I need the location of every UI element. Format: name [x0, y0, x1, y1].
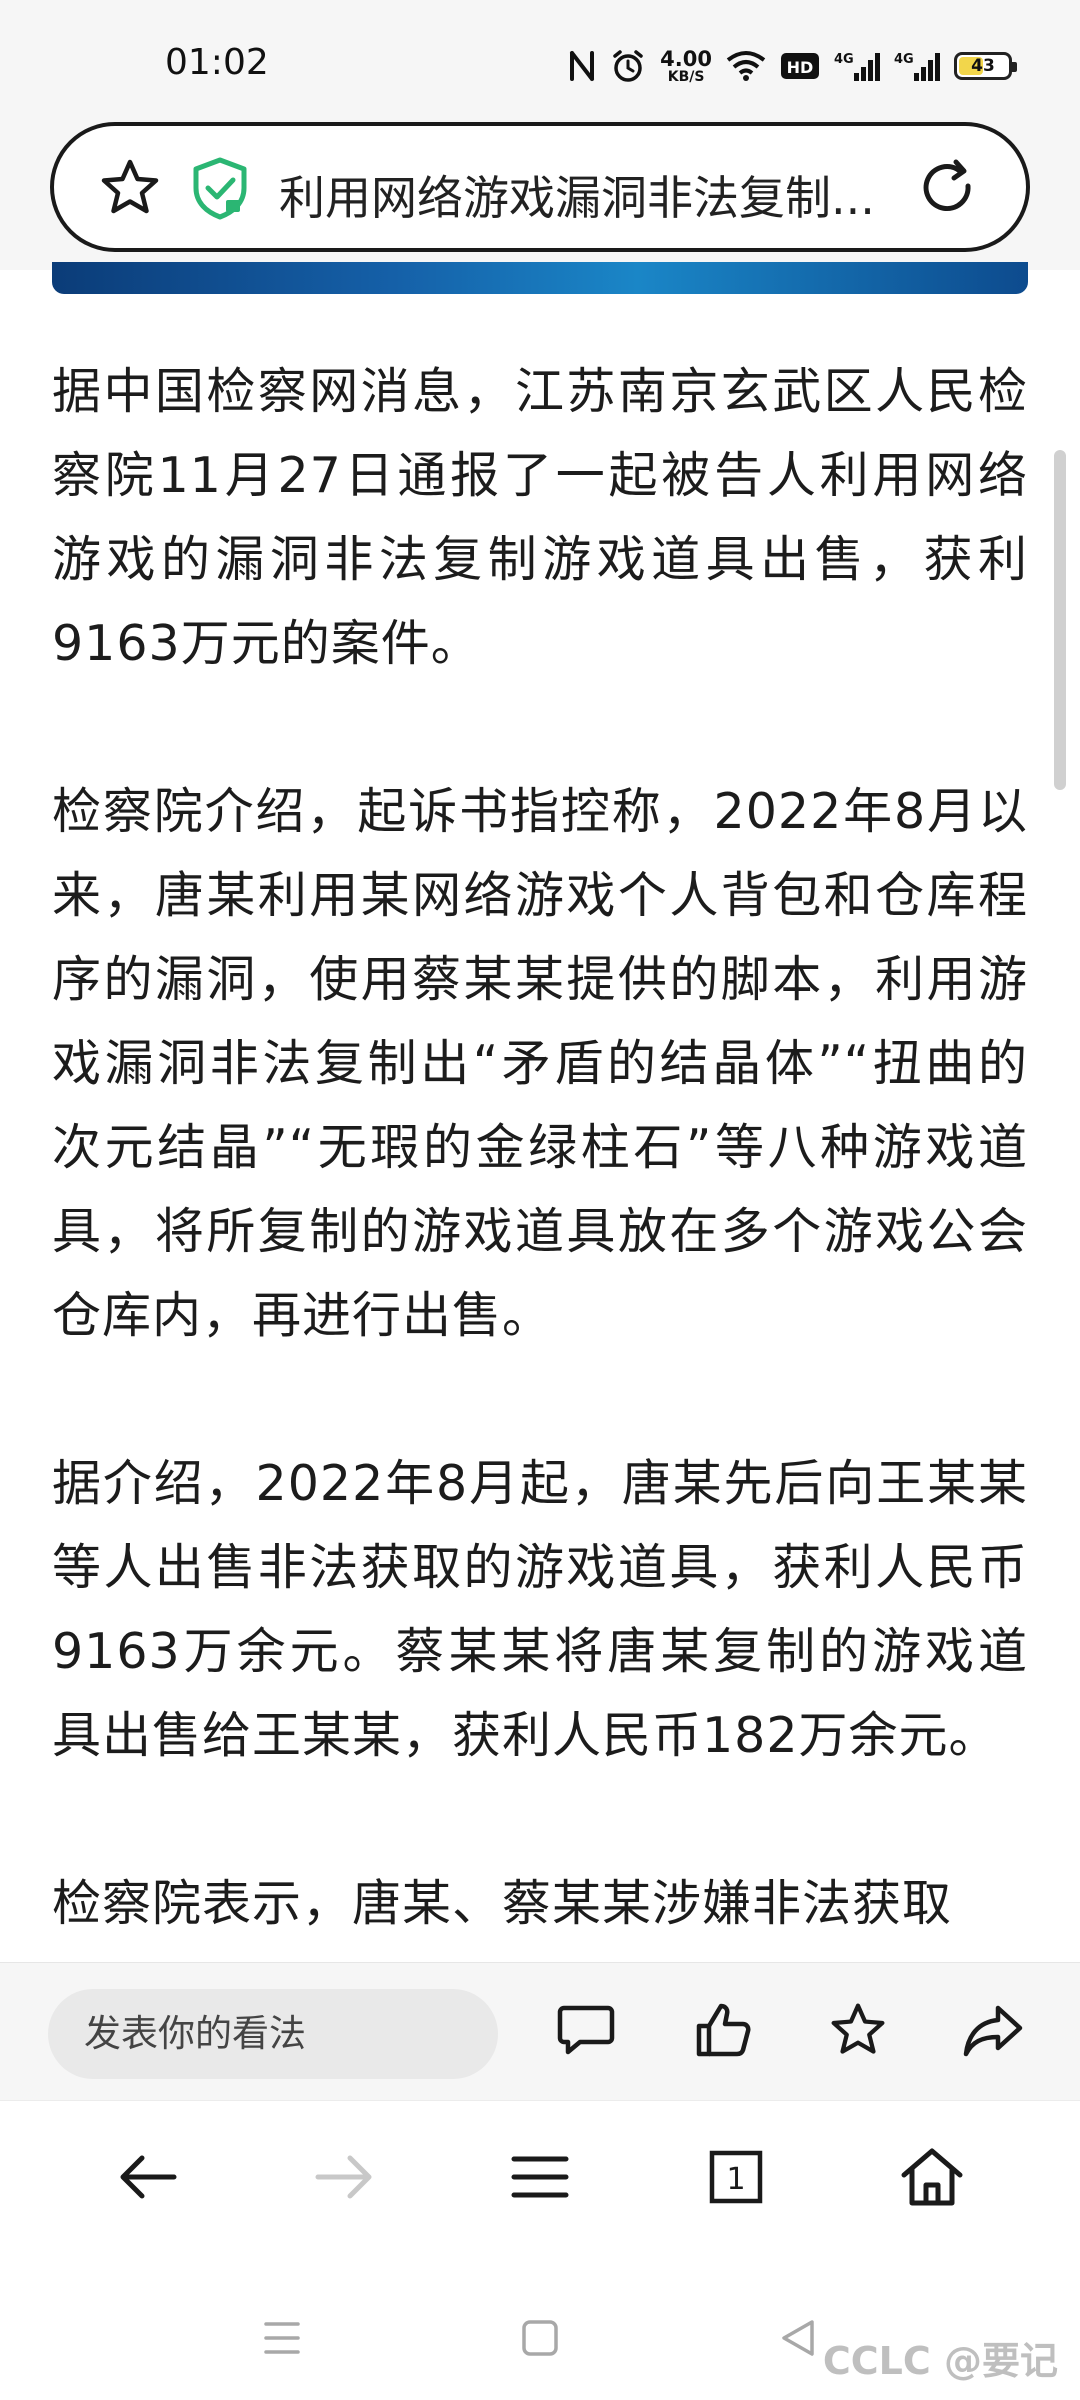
alarm-icon	[610, 48, 646, 84]
favorite-star-icon[interactable]	[823, 1995, 893, 2065]
bookmark-star-icon[interactable]	[98, 156, 162, 224]
menu-icon[interactable]	[500, 2137, 580, 2217]
thumbs-up-icon[interactable]	[688, 1995, 758, 2065]
article-paragraph: 检察院表示，唐某、蔡某某涉嫌非法获取	[52, 1875, 953, 1932]
home-icon[interactable]	[892, 2137, 972, 2217]
article-banner-image	[52, 262, 1028, 294]
article-paragraph: 据介绍，2022年8月起，唐某先后向王某某等人出售非法获取的游戏道具，获利人民币…	[52, 1455, 1028, 1764]
security-shield-icon[interactable]	[190, 156, 250, 224]
signal-icon: 4G	[834, 49, 880, 83]
system-navigation-bar: CCLC @要记	[0, 2250, 1080, 2400]
battery-icon: 43	[954, 52, 1017, 80]
signal-icon-2: 4G	[894, 49, 940, 83]
browser-toolbar: 1	[0, 2100, 1080, 2250]
back-triangle-icon[interactable]	[768, 2308, 828, 2368]
battery-level: 43	[971, 56, 995, 76]
back-arrow-icon[interactable]	[108, 2137, 188, 2217]
status-bar: 01:02 4.00 KB/S HD 4G 4G 43	[0, 0, 1080, 120]
comment-bar: 发表你的看法	[0, 1962, 1080, 2100]
wifi-icon	[726, 50, 766, 82]
tab-count: 1	[726, 2162, 745, 2197]
address-bar[interactable]: 利用网络游戏漏洞非法复制...	[50, 122, 1030, 252]
signal2-label: 4G	[894, 52, 914, 67]
comment-icon[interactable]	[551, 1995, 621, 2065]
home-square-icon[interactable]	[510, 2308, 570, 2368]
scrollbar[interactable]	[1054, 450, 1066, 790]
recents-icon[interactable]	[252, 2308, 312, 2368]
reload-icon[interactable]	[916, 156, 980, 224]
forward-arrow-icon[interactable]	[304, 2137, 384, 2217]
watermark: CCLC @要记	[822, 2339, 1058, 2383]
comment-input[interactable]: 发表你的看法	[48, 1989, 498, 2079]
article-paragraph: 据中国检察网消息，江苏南京玄武区人民检察院11月27日通报了一起被告人利用网络游…	[52, 363, 1028, 672]
page-title[interactable]: 利用网络游戏漏洞非法复制...	[279, 162, 879, 228]
article-body: 据中国检察网消息，江苏南京玄武区人民检察院11月27日通报了一起被告人利用网络游…	[52, 350, 1028, 2030]
article-paragraph: 检察院介绍，起诉书指控称，2022年8月以来，唐某利用某网络游戏个人背包和仓库程…	[52, 783, 1028, 1344]
net-speed-value: 4.00	[660, 46, 712, 71]
status-icons: 4.00 KB/S HD 4G 4G 43	[568, 44, 1017, 88]
hd-icon: HD	[780, 51, 820, 81]
tabs-icon[interactable]: 1	[696, 2137, 776, 2217]
hd-label: HD	[787, 58, 814, 77]
status-time: 01:02	[165, 42, 269, 83]
net-speed-unit: KB/S	[667, 68, 705, 85]
nfc-icon	[568, 49, 596, 83]
net-speed: 4.00 KB/S	[660, 46, 712, 85]
signal1-label: 4G	[834, 52, 854, 67]
share-icon[interactable]	[958, 1995, 1028, 2065]
